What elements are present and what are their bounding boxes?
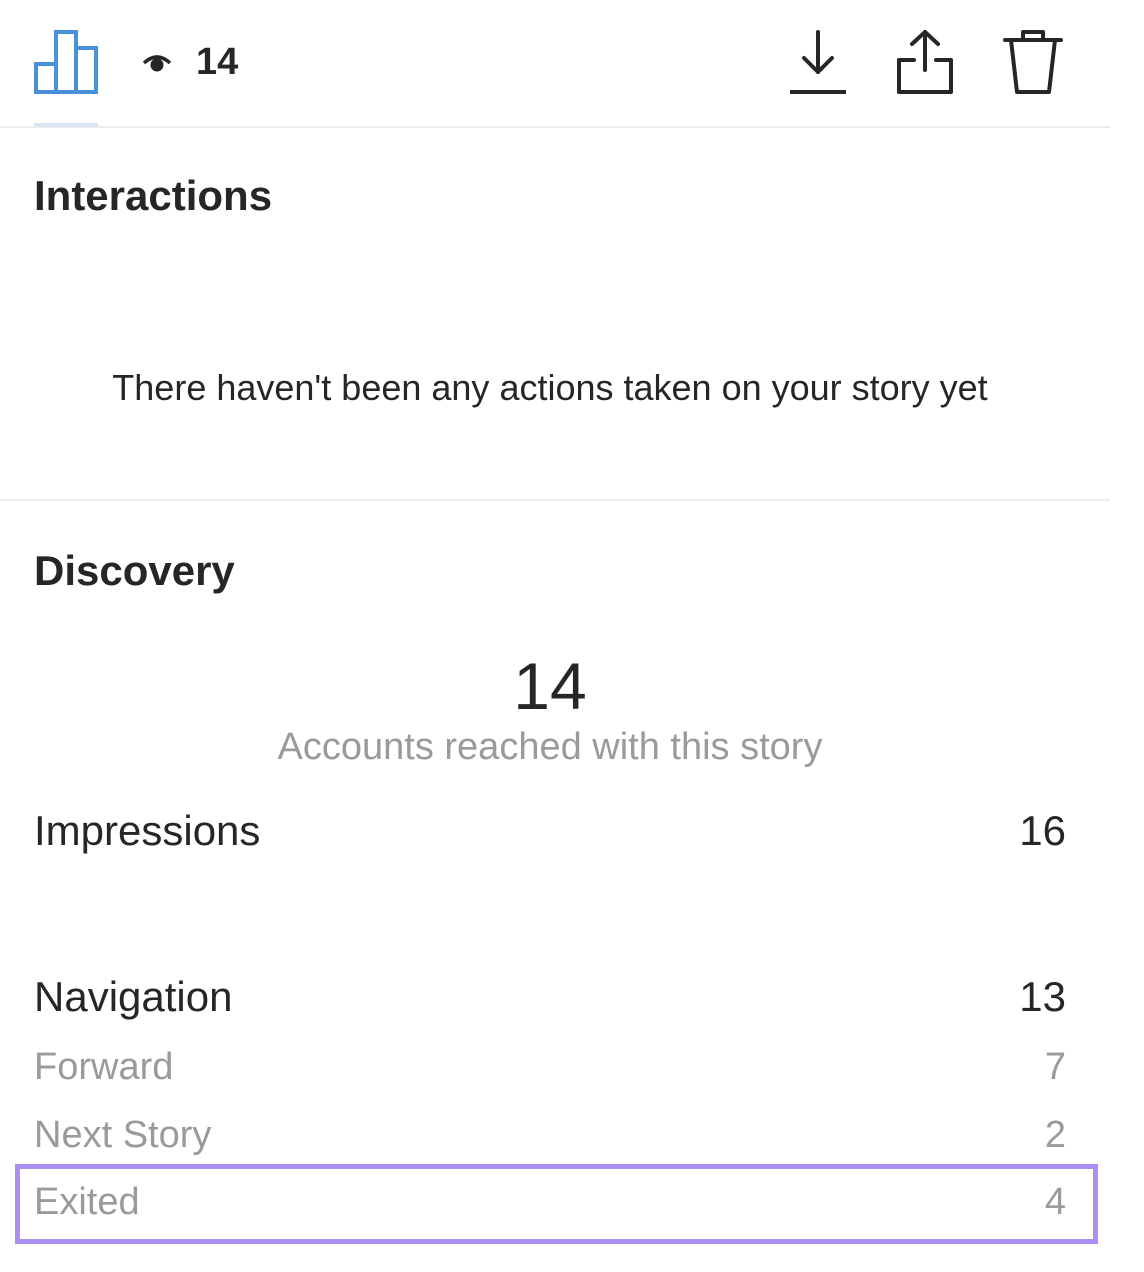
section-divider [0,499,1110,501]
delete-button[interactable] [1001,26,1065,98]
download-icon [790,30,846,94]
navigation-row: Navigation 13 [34,969,1066,1025]
eye-icon [140,45,174,79]
impressions-label: Impressions [34,807,261,854]
interactions-heading: Interactions [34,172,273,219]
accounts-reached-count: 14 [513,649,587,723]
share-icon [897,30,953,94]
interactions-empty-message: There haven't been any actions taken on … [112,367,988,408]
download-button[interactable] [786,26,850,98]
exited-highlight-box [15,1164,1098,1244]
next-story-value: 2 [1044,1113,1066,1156]
accounts-reached-label: Accounts reached with this story [277,726,823,768]
active-tab-indicator [34,123,98,127]
navigation-label: Navigation [34,973,233,1020]
forward-label: Forward [34,1045,174,1088]
forward-value: 7 [1044,1045,1066,1088]
navigation-item-forward: Forward 7 [34,1042,1066,1092]
navigation-item-next-story: Next Story 2 [34,1110,1066,1160]
bar-chart-icon [34,30,98,94]
navigation-value: 13 [1019,973,1066,1020]
views-counter[interactable]: 14 [140,40,238,84]
next-story-label: Next Story [34,1113,212,1156]
insights-tab[interactable] [34,30,98,94]
discovery-heading: Discovery [34,547,235,594]
impressions-row: Impressions 16 [34,803,1066,859]
impressions-value: 16 [1019,807,1066,854]
views-count: 14 [196,40,239,83]
trash-icon [1003,30,1063,94]
story-toolbar: 14 [0,0,1110,128]
share-button[interactable] [893,26,957,98]
